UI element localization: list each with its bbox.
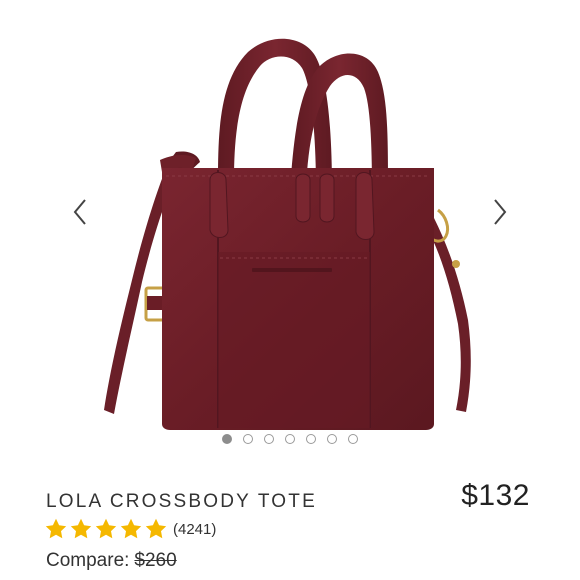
carousel-dot[interactable] xyxy=(264,434,274,444)
rating[interactable]: (4241) xyxy=(44,517,216,541)
review-count[interactable]: (4241) xyxy=(173,521,216,538)
compare-label: Compare: xyxy=(46,550,130,571)
carousel-dot[interactable] xyxy=(348,434,358,444)
previous-image-button[interactable] xyxy=(64,196,96,228)
carousel-dot[interactable] xyxy=(285,434,295,444)
original-price: $260 xyxy=(134,550,177,571)
product-title[interactable]: LOLA CROSSBODY TOTE xyxy=(46,491,317,513)
chevron-left-icon xyxy=(73,199,86,225)
carousel-dot[interactable] xyxy=(222,434,232,444)
carousel-pagination xyxy=(0,434,580,444)
product-image xyxy=(104,38,471,430)
carousel-dot[interactable] xyxy=(306,434,316,444)
product-listing: LOLA CROSSBODY TOTE $132 (4241) Compare:… xyxy=(0,0,580,580)
star-icon xyxy=(45,518,67,539)
chevron-right-icon xyxy=(494,199,507,225)
product-info: LOLA CROSSBODY TOTE $132 (4241) Compare:… xyxy=(0,455,580,580)
star-icon xyxy=(95,518,117,539)
star-icon xyxy=(145,518,167,539)
image-carousel[interactable] xyxy=(0,0,580,455)
product-price: $132 xyxy=(461,479,530,512)
star-rating xyxy=(44,517,168,541)
carousel-dot[interactable] xyxy=(327,434,337,444)
carousel-dot[interactable] xyxy=(243,434,253,444)
star-icon xyxy=(70,518,92,539)
star-icon xyxy=(120,518,142,539)
next-image-button[interactable] xyxy=(484,196,516,228)
compare-price: Compare: $260 xyxy=(46,550,177,572)
